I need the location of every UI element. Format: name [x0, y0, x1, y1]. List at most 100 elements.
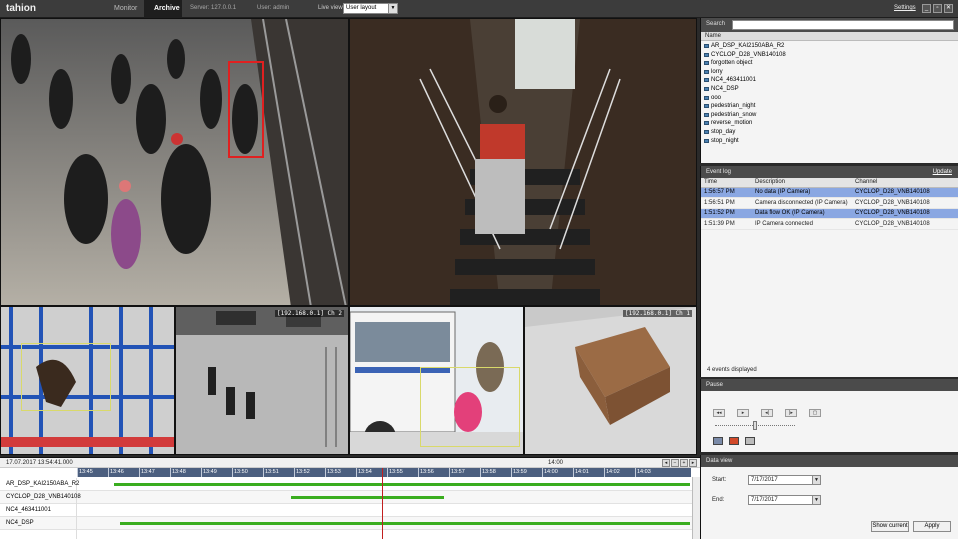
timeline-row-name [0, 530, 77, 539]
timeline-row[interactable] [0, 530, 692, 539]
list-item-label: ooo [711, 94, 722, 101]
timeline-row[interactable]: AR_DSP_KAI2150ABA_R2 [0, 478, 692, 491]
timeline-next-button[interactable]: ▸ [689, 459, 697, 467]
start-date-field[interactable]: 7/17/2017 ▼ [748, 475, 821, 485]
speed-slider-thumb[interactable] [753, 421, 757, 430]
camera-view-bus[interactable] [349, 306, 524, 455]
camera-icon [704, 138, 709, 143]
event-table: Time Description Channel 1:56:57 PM No da… [701, 178, 958, 230]
list-item[interactable]: pedestrian_night [701, 102, 958, 111]
camera-icon [704, 86, 709, 91]
timeline-ruler[interactable]: 13:45 13:46 13:47 13:48 13:49 13:50 13:51 13:52… [77, 468, 691, 477]
speed-slider[interactable] [715, 421, 795, 430]
update-link[interactable]: Update [933, 166, 952, 178]
cell-channel: CYCLOP_D28_VNB140108 [852, 218, 958, 230]
object-list: AR_DSP_KAI2150ABA_R2 CYCLOP_D28_VNB140108… [701, 42, 958, 145]
chevron-down-icon: ▼ [388, 4, 397, 13]
timeline-marker-label: 14:00 [548, 460, 564, 466]
camera-icon [704, 121, 709, 126]
list-item[interactable]: AR_DSP_KAI2150ABA_R2 [701, 42, 958, 51]
apply-button[interactable]: Apply [913, 521, 951, 532]
timeline-row-name: NC4_463411001 [0, 504, 77, 517]
timeline-tick: 14:02 [604, 468, 620, 477]
timeline-tick: 13:51 [263, 468, 279, 477]
timeline-row-name: NC4_DSP [0, 517, 77, 530]
list-item[interactable]: NC4_463411001 [701, 76, 958, 85]
cell-time: 1:51:52 PM [701, 208, 752, 219]
cell-channel: CYCLOP_D28_VNB140108 [852, 197, 958, 209]
print-icon[interactable] [745, 437, 755, 445]
list-item-label: reverse_motion [711, 120, 753, 127]
camera-icon [704, 78, 709, 83]
recording-segment[interactable] [120, 522, 690, 525]
rewind-button[interactable]: ◂◂ [713, 409, 725, 417]
list-item[interactable]: forgotten object [701, 59, 958, 68]
close-button[interactable]: ✕ [944, 4, 953, 13]
detection-box [21, 343, 111, 411]
camera-view-staircase[interactable] [349, 18, 697, 306]
timeline-tick: 13:50 [232, 468, 248, 477]
column-description[interactable]: Description [752, 178, 852, 188]
layout-select[interactable]: User layout ▼ [343, 3, 398, 14]
column-time[interactable]: Time [701, 178, 752, 188]
play-button[interactable]: ▸ [737, 409, 749, 417]
camera-view-fence[interactable] [0, 306, 175, 455]
timeline-row[interactable]: NC4_463411001 [0, 504, 692, 517]
timeline-row-name: AR_DSP_KAI2150ABA_R2 [0, 478, 79, 491]
table-row[interactable]: 1:56:51 PM Camera disconnected (IP Camera… [701, 197, 958, 209]
list-item[interactable]: stop_night [701, 137, 958, 146]
staircase-scene [350, 19, 696, 305]
list-item[interactable]: stop_day [701, 128, 958, 137]
list-item[interactable]: lorry [701, 68, 958, 77]
cell-channel: CYCLOP_D28_VNB140108 [852, 208, 958, 219]
snapshot-icon[interactable] [713, 437, 723, 445]
detection-box [420, 367, 520, 447]
tab-archive[interactable]: Archive [144, 0, 182, 18]
timeline-tick: 13:54 [356, 468, 372, 477]
pause-title: Pause [706, 382, 724, 388]
timeline-row[interactable]: CYCLOP_D28_VNB140108 [0, 491, 692, 504]
recording-segment[interactable] [291, 496, 444, 499]
column-channel[interactable]: Channel [852, 178, 958, 188]
table-row[interactable]: 1:56:57 PM No data (IP Camera) CYCLOP_D28_… [701, 187, 958, 198]
end-date-field[interactable]: 7/17/2017 ▼ [748, 495, 821, 505]
start-date-value: 7/17/2017 [751, 477, 778, 483]
detection-box [228, 61, 264, 158]
timeline-scrollbar[interactable] [692, 477, 700, 539]
stop-button[interactable]: ▢ [809, 409, 821, 417]
list-item-label: NC4_DSP [711, 85, 739, 92]
step-back-button[interactable]: ◂| [761, 409, 773, 417]
camera-view-platform[interactable] [0, 18, 349, 306]
search-input[interactable] [732, 20, 954, 30]
list-item[interactable]: NC4_DSP [701, 85, 958, 94]
camera-view-box[interactable]: [192.168.0.1] Ch 1 [524, 306, 697, 455]
timeline-zoom-out-button[interactable]: − [671, 459, 679, 467]
minimize-button[interactable]: _ [922, 4, 931, 13]
end-date-value: 7/17/2017 [751, 497, 778, 503]
recording-segment[interactable] [114, 483, 690, 486]
timeline-zoom-in-button[interactable]: + [680, 459, 688, 467]
export-icon[interactable] [729, 437, 739, 445]
event-log-panel: Event log Update Time Description Channe… [700, 166, 958, 377]
table-row[interactable]: 1:51:52 PM Data flow OK (IP Camera) CYCLOP… [701, 208, 958, 219]
list-item[interactable]: reverse_motion [701, 119, 958, 128]
list-item[interactable]: ooo [701, 94, 958, 103]
timeline-row[interactable]: NC4_DSP [0, 517, 692, 530]
layout-select-value: User layout [346, 5, 377, 11]
playhead[interactable] [382, 468, 383, 539]
show-current-button[interactable]: Show current [871, 521, 909, 532]
table-row[interactable]: 1:51:39 PM IP Camera connected CYCLOP_D28_… [701, 218, 958, 230]
timeline-prev-button[interactable]: ◂ [662, 459, 670, 467]
timeline-tick: 13:49 [201, 468, 217, 477]
restore-button[interactable]: ▫ [933, 4, 942, 13]
name-column-header[interactable]: Name [701, 32, 958, 41]
list-item[interactable]: CYCLOP_D28_VNB140108 [701, 51, 958, 60]
timeline-tick: 14:01 [573, 468, 589, 477]
settings-link[interactable]: Settings [894, 5, 916, 11]
step-forward-button[interactable]: |▸ [785, 409, 797, 417]
tab-monitor[interactable]: Monitor [104, 0, 144, 18]
search-label: Search [706, 21, 726, 27]
camera-icon [704, 44, 709, 48]
camera-view-street[interactable]: [192.168.0.1] Ch 2 [175, 306, 349, 455]
list-item[interactable]: pedestrian_snow [701, 111, 958, 120]
